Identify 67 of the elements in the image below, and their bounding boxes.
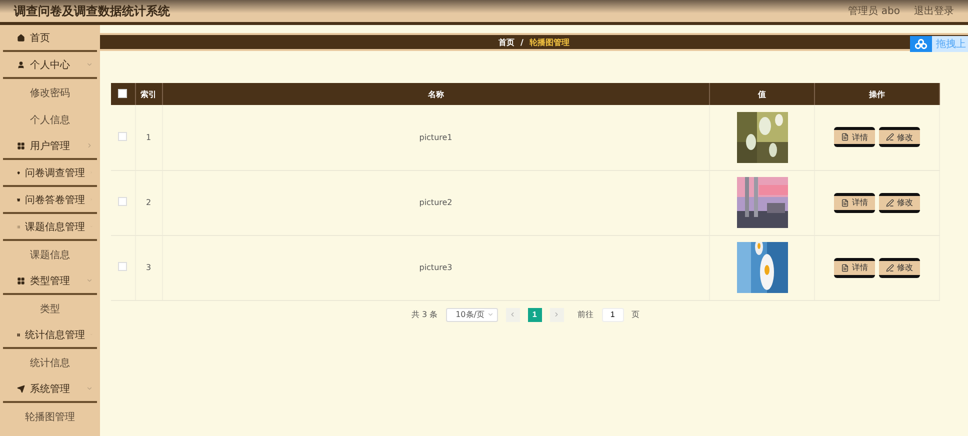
row-checkbox[interactable] (118, 197, 128, 206)
page-suffix: 页 (632, 309, 640, 320)
document-icon (841, 198, 849, 206)
sidebar-item[interactable]: 个人中心 (3, 52, 97, 79)
details-button[interactable]: 详情 (834, 192, 875, 212)
sidebar-item[interactable]: 课题信息管理 (3, 214, 97, 241)
breadcrumb-separator: / (520, 38, 524, 46)
column-header: 名称 (162, 83, 710, 105)
page-input[interactable]: 1 (602, 308, 624, 322)
menu-icon (17, 222, 20, 230)
column-header: 值 (710, 83, 814, 105)
table-cell: picture3 (162, 235, 710, 300)
sidebar-subitem[interactable]: 轮播图管理 (0, 403, 100, 430)
details-button[interactable]: 详情 (834, 127, 875, 148)
cloud-icon[interactable] (910, 36, 932, 52)
row-checkbox[interactable] (118, 262, 128, 271)
menu-icon (17, 384, 25, 392)
table-cell: 1 (135, 105, 162, 170)
column-header: 操作 (814, 83, 940, 105)
pencil-icon (886, 198, 894, 206)
edit-button[interactable]: 修改 (879, 192, 920, 212)
sidebar-item[interactable]: 用户管理 (3, 133, 97, 160)
document-icon (841, 264, 849, 272)
sidebar-item[interactable]: 统计信息管理 (3, 322, 97, 349)
pencil-icon (886, 264, 894, 272)
select-all-checkbox[interactable] (118, 88, 128, 98)
page-size-select[interactable]: 10条/页 (446, 308, 498, 322)
table-cell: picture1 (162, 105, 710, 170)
chevron-right-icon (553, 311, 560, 318)
edit-button[interactable]: 修改 (879, 127, 920, 148)
menu-icon (17, 60, 25, 68)
menu-icon (17, 276, 25, 284)
breadcrumb-item[interactable]: 首页 (498, 36, 515, 48)
column-header: 索引 (135, 83, 162, 105)
row-checkbox[interactable] (118, 132, 128, 141)
sidebar-subitem[interactable]: 类型 (0, 295, 100, 322)
sidebar-item[interactable]: 首页 (3, 25, 97, 52)
breadcrumb-item: 轮播图管理 (529, 36, 570, 48)
next-page-button[interactable] (550, 308, 564, 322)
sidebar-subitem[interactable]: 课题信息 (0, 241, 100, 268)
menu-icon (17, 142, 25, 150)
table-cell: 3 (135, 235, 162, 300)
menu-icon (17, 330, 20, 338)
sidebar-subitem[interactable]: 修改密码 (0, 79, 100, 106)
edit-button[interactable]: 修改 (879, 258, 920, 278)
table-cell: picture2 (162, 170, 710, 235)
details-button[interactable]: 详情 (834, 258, 875, 278)
sidebar-subitem[interactable]: 个人信息 (0, 106, 100, 133)
logout-link[interactable]: 退出登录 (914, 4, 954, 18)
document-icon (841, 133, 849, 142)
menu-icon (17, 196, 20, 204)
chevron-left-icon (509, 311, 516, 318)
sidebar-item[interactable]: 类型管理 (3, 268, 97, 295)
chevron-icon (486, 311, 494, 318)
pencil-icon (886, 133, 894, 142)
app-title: 调查问卷及调查数据统计系统 (14, 2, 170, 20)
user-label: 管理员 abo (848, 5, 900, 18)
menu-icon (17, 168, 20, 176)
sidebar-item[interactable]: 系统管理 (3, 376, 97, 403)
goto-label: 前往 (578, 309, 594, 320)
total-count: 共 3 条 (411, 309, 438, 320)
sidebar-item[interactable]: 问卷调查管理 (3, 160, 97, 187)
prev-page-button[interactable] (506, 308, 520, 322)
sidebar-subitem[interactable]: 统计信息 (0, 349, 100, 376)
menu-icon (17, 34, 25, 42)
sidebar-item[interactable]: 问卷答卷管理 (3, 187, 97, 214)
table-cell: 2 (135, 170, 162, 235)
